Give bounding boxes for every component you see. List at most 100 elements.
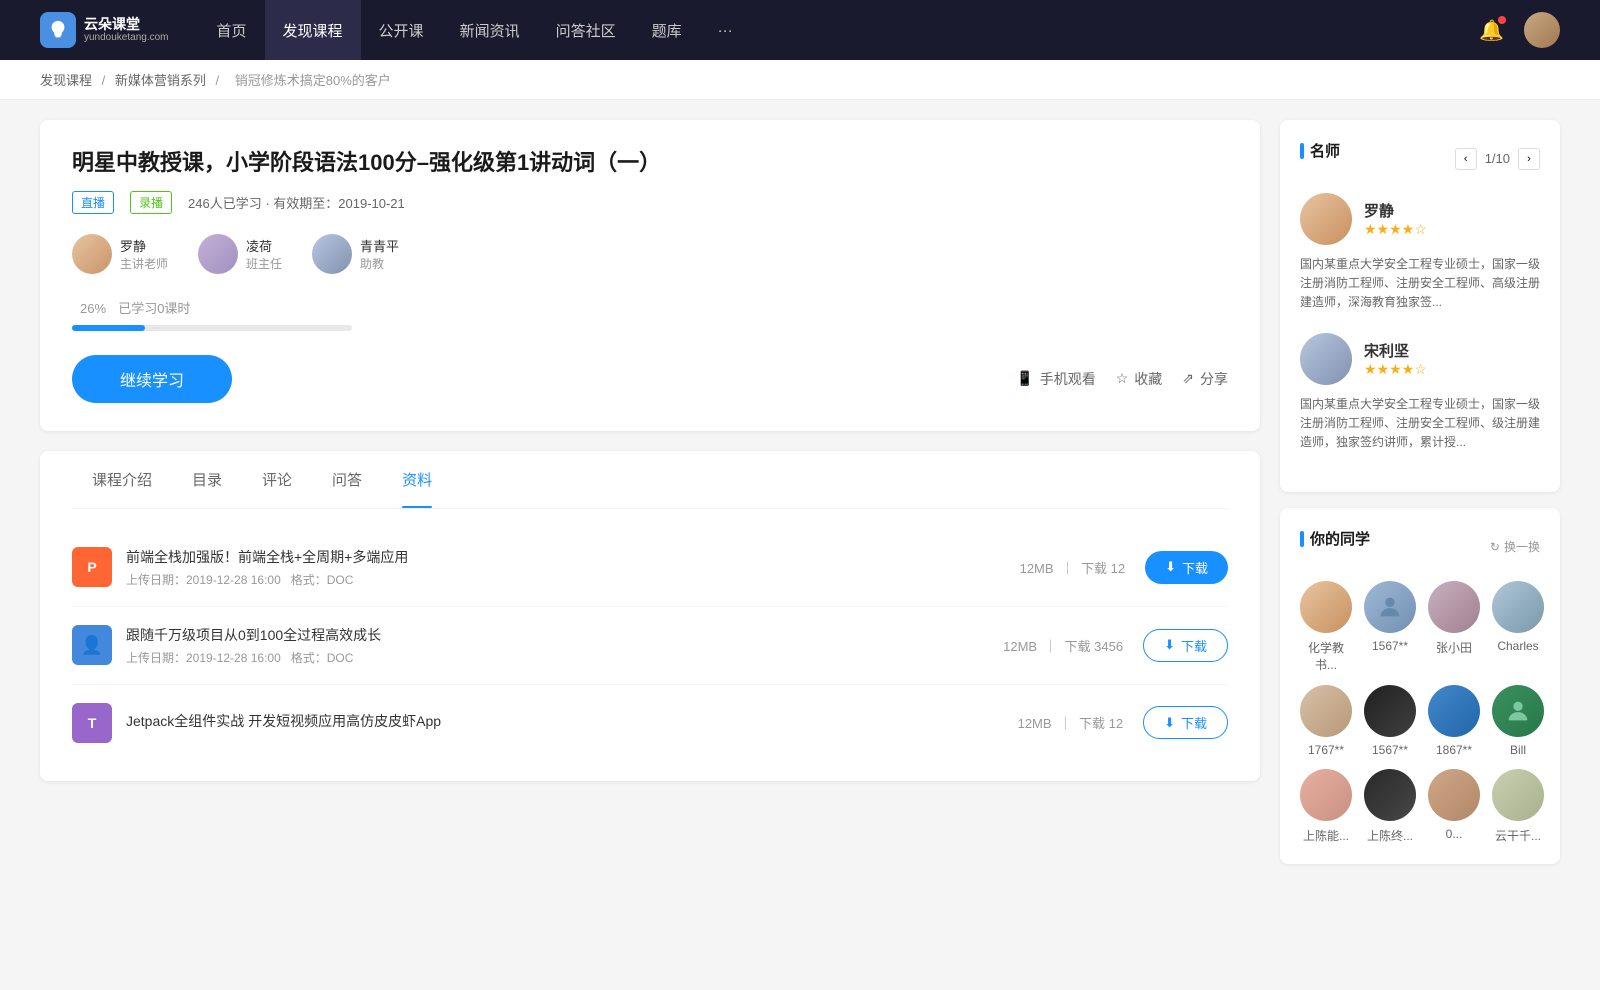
file-name-3: Jetpack全组件实战 开发短视频应用高仿皮皮虾App xyxy=(126,711,1018,731)
teacher-item-2: 凌荷 班主任 xyxy=(198,234,282,274)
download-icon-3: ⬇ xyxy=(1164,715,1175,731)
teacher-card-desc-1: 国内某重点大学安全工程专业硕士，国家一级注册消防工程师、注册安全工程师、高级注册… xyxy=(1300,255,1540,313)
classmate-name-11: 0... xyxy=(1446,827,1463,841)
teachers-prev-btn[interactable]: ‹ xyxy=(1455,148,1477,170)
progress-label: 26% 已学习0课时 xyxy=(72,298,1228,317)
file-icon-3: T xyxy=(72,703,112,743)
teacher-name-3: 青青平 xyxy=(360,236,399,255)
collect-link[interactable]: ☆ 收藏 xyxy=(1116,369,1163,389)
classmate-11: 0... xyxy=(1428,769,1480,844)
tab-materials[interactable]: 资料 xyxy=(382,451,452,508)
breadcrumb: 发现课程 / 新媒体营销系列 / 销冠修炼术搞定80%的客户 xyxy=(0,60,1600,100)
mobile-watch-link[interactable]: 📱 手机观看 xyxy=(1016,369,1095,389)
classmate-name-8: Bill xyxy=(1510,743,1526,757)
teacher-card-name-2: 宋利坚 xyxy=(1364,340,1427,361)
classmate-3: 张小田 xyxy=(1428,581,1480,673)
teacher-role-2: 班主任 xyxy=(246,255,282,272)
tab-review[interactable]: 评论 xyxy=(242,451,312,508)
teachers-sidebar-title: 名师 xyxy=(1300,140,1340,161)
nav-item-qa[interactable]: 问答社区 xyxy=(538,0,634,60)
file-stats-1: 12MB ｜ 下载 12 xyxy=(1020,558,1125,577)
nav-right: 🔔 xyxy=(1479,12,1560,48)
classmates-sidebar-card: 你的同学 ↻ 换一换 化学教书... 1567** xyxy=(1280,508,1560,864)
classmate-5: 1767** xyxy=(1300,685,1352,757)
classmate-avatar-6 xyxy=(1364,685,1416,737)
sidebar-area: 名师 ‹ 1/10 › 罗静 ★★★★☆ 国内某重点大学安全工程专业硕士，国 xyxy=(1280,120,1560,880)
classmate-avatar-2 xyxy=(1364,581,1416,633)
course-meta: 直播 录播 246人已学习 · 有效期至：2019-10-21 xyxy=(72,191,1228,214)
nav-item-news[interactable]: 新闻资讯 xyxy=(442,0,538,60)
tab-catalog[interactable]: 目录 xyxy=(172,451,242,508)
teacher-item-3: 青青平 助教 xyxy=(312,234,399,274)
teacher-card-2: 宋利坚 ★★★★☆ 国内某重点大学安全工程专业硕士，国家一级注册消防工程师、注册… xyxy=(1300,333,1540,453)
nav-item-discover[interactable]: 发现课程 xyxy=(265,0,361,60)
progress-bar-fill xyxy=(72,325,145,331)
progress-section: 26% 已学习0课时 xyxy=(72,298,1228,331)
classmate-avatar-7 xyxy=(1428,685,1480,737)
classmate-name-9: 上陈能... xyxy=(1303,827,1349,844)
classmates-title-row: 你的同学 ↻ 换一换 xyxy=(1300,528,1540,565)
logo[interactable]: 云朵课堂 yundouketang.com xyxy=(40,12,169,48)
file-item-3: T Jetpack全组件实战 开发短视频应用高仿皮皮虾App 12MB ｜ 下载… xyxy=(72,685,1228,761)
nav-item-exam[interactable]: 题库 xyxy=(634,0,700,60)
nav-item-more[interactable]: ··· xyxy=(700,0,751,60)
classmate-name-2: 1567** xyxy=(1372,639,1408,653)
classmate-1: 化学教书... xyxy=(1300,581,1352,673)
file-icon-2: 👤 xyxy=(72,625,112,665)
classmate-name-6: 1567** xyxy=(1372,743,1408,757)
tab-qa[interactable]: 问答 xyxy=(312,451,382,508)
classmate-12: 云干千... xyxy=(1492,769,1544,844)
classmate-avatar-9 xyxy=(1300,769,1352,821)
classmate-name-1: 化学教书... xyxy=(1300,639,1352,673)
breadcrumb-discover[interactable]: 发现课程 xyxy=(40,73,92,88)
nav-item-home[interactable]: 首页 xyxy=(199,0,265,60)
download-button-2[interactable]: ⬇ 下载 xyxy=(1143,629,1228,662)
main-container: 明星中教授课，小学阶段语法100分–强化级第1讲动词（一） 直播 录播 246人… xyxy=(0,100,1600,900)
course-title: 明星中教授课，小学阶段语法100分–强化级第1讲动词（一） xyxy=(72,148,1228,179)
teacher-name-2: 凌荷 xyxy=(246,236,282,255)
classmate-avatar-3 xyxy=(1428,581,1480,633)
course-header-card: 明星中教授课，小学阶段语法100分–强化级第1讲动词（一） 直播 录播 246人… xyxy=(40,120,1260,431)
download-icon-1: ⬇ xyxy=(1165,559,1176,575)
file-stats-3: 12MB ｜ 下载 12 xyxy=(1018,713,1123,732)
tabs-card: 课程介绍 目录 评论 问答 资料 P 前端全栈加强版！前端全栈+全周期+多端应用… xyxy=(40,451,1260,781)
share-link[interactable]: ⇗ 分享 xyxy=(1182,369,1228,389)
tab-intro[interactable]: 课程介绍 xyxy=(72,451,172,508)
teacher-name-1: 罗静 xyxy=(120,236,168,255)
share-icon: ⇗ xyxy=(1182,370,1194,387)
teacher-card-name-1: 罗静 xyxy=(1364,200,1427,221)
navbar: 云朵课堂 yundouketang.com 首页 发现课程 公开课 新闻资讯 问… xyxy=(0,0,1600,60)
teacher-role-3: 助教 xyxy=(360,255,399,272)
logo-icon xyxy=(40,12,76,48)
teachers-row: 罗静 主讲老师 凌荷 班主任 青青平 助教 xyxy=(72,234,1228,274)
bell-icon[interactable]: 🔔 xyxy=(1479,18,1504,43)
user-avatar[interactable] xyxy=(1524,12,1560,48)
classmate-8: Bill xyxy=(1492,685,1544,757)
classmate-name-10: 上陈终... xyxy=(1367,827,1413,844)
star-icon: ☆ xyxy=(1116,370,1129,387)
nav-items: 首页 发现课程 公开课 新闻资讯 问答社区 题库 ··· xyxy=(199,0,1480,60)
teacher-card-desc-2: 国内某重点大学安全工程专业硕士，国家一级注册消防工程师、注册安全工程师、级注册建… xyxy=(1300,395,1540,453)
download-button-3[interactable]: ⬇ 下载 xyxy=(1143,706,1228,739)
nav-item-open[interactable]: 公开课 xyxy=(361,0,442,60)
badge-record: 录播 xyxy=(130,191,172,214)
refresh-classmates-btn[interactable]: ↻ 换一换 xyxy=(1490,538,1540,555)
classmate-4: Charles xyxy=(1492,581,1544,673)
download-button-1[interactable]: ⬇ 下载 xyxy=(1145,551,1228,584)
teacher-card-stars-1: ★★★★☆ xyxy=(1364,221,1427,238)
breadcrumb-series[interactable]: 新媒体营销系列 xyxy=(115,73,206,88)
classmate-name-7: 1867** xyxy=(1436,743,1472,757)
classmate-avatar-4 xyxy=(1492,581,1544,633)
mobile-icon: 📱 xyxy=(1016,370,1033,387)
teacher-card-avatar-1 xyxy=(1300,193,1352,245)
teachers-sidebar-card: 名师 ‹ 1/10 › 罗静 ★★★★☆ 国内某重点大学安全工程专业硕士，国 xyxy=(1280,120,1560,492)
classmates-sidebar-title: 你的同学 xyxy=(1300,528,1370,549)
continue-button[interactable]: 继续学习 xyxy=(72,355,232,403)
teachers-next-btn[interactable]: › xyxy=(1518,148,1540,170)
classmate-avatar-10 xyxy=(1364,769,1416,821)
classmate-7: 1867** xyxy=(1428,685,1480,757)
file-info-1: 前端全栈加强版！前端全栈+全周期+多端应用 上传日期：2019-12-28 16… xyxy=(126,547,1020,588)
classmate-avatar-5 xyxy=(1300,685,1352,737)
teacher-avatar-2 xyxy=(198,234,238,274)
classmate-10: 上陈终... xyxy=(1364,769,1416,844)
